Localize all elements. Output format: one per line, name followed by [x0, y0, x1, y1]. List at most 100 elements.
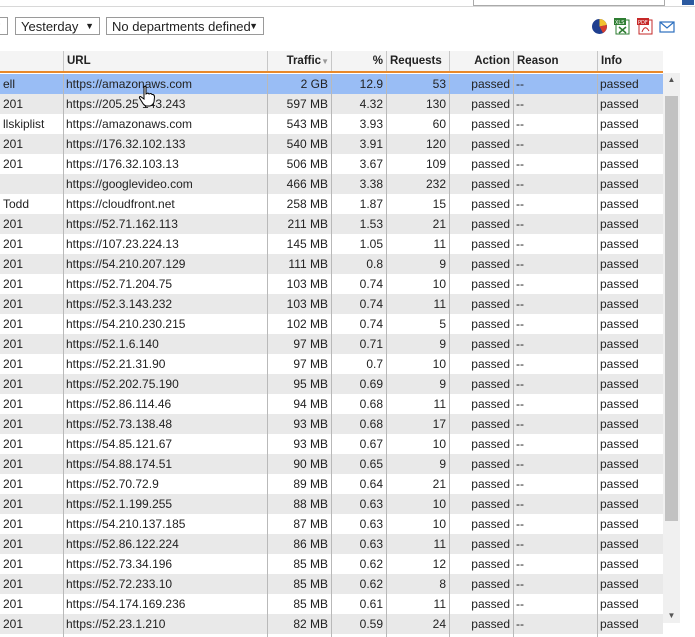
department-select[interactable]: No departments defined ▼	[106, 17, 264, 35]
period-select[interactable]: Yesterday ▼	[15, 17, 100, 35]
cell-percent: 0.74	[359, 277, 383, 291]
cell-url: https://54.88.174.51	[66, 457, 173, 471]
cell-reason: --	[516, 97, 524, 111]
cell-percent: 0.65	[359, 457, 383, 471]
email-icon[interactable]	[659, 18, 676, 35]
column-divider	[597, 74, 598, 637]
cell-info: passed	[600, 397, 639, 411]
scroll-down-icon[interactable]: ▼	[663, 609, 680, 623]
cell-reason: --	[516, 217, 524, 231]
cell-user: 201	[3, 477, 24, 491]
cell-url: https://52.73.34.196	[66, 557, 173, 571]
cell-percent: 0.63	[359, 497, 383, 511]
cell-user	[0, 174, 63, 194]
scrollbar-thumb[interactable]	[665, 96, 678, 521]
cell-percent: 1.05	[359, 237, 383, 251]
corner-button[interactable]	[682, 0, 694, 5]
cell-url: https://54.210.230.215	[66, 317, 186, 331]
cell-requests: 9	[439, 377, 446, 391]
cell-reason: --	[516, 577, 524, 591]
cell-traffic: 88 MB	[293, 497, 328, 511]
cell-reason: --	[516, 277, 524, 291]
column-divider	[449, 74, 450, 637]
cell-info: passed	[600, 137, 639, 151]
column-header-info[interactable]: Info	[597, 51, 663, 71]
cell-reason: --	[516, 417, 524, 431]
cell-requests: 11	[433, 597, 446, 611]
cell-requests: 9	[439, 257, 446, 271]
cell-info: passed	[600, 537, 639, 551]
column-header-url[interactable]: URL	[63, 51, 267, 71]
cell-requests: 60	[432, 117, 446, 131]
cell-traffic: 86 MB	[293, 537, 328, 551]
left-dropdown[interactable]: ▼	[0, 17, 8, 35]
cell-url: https://52.71.162.113	[66, 217, 178, 231]
column-header-action[interactable]: Action	[449, 51, 513, 71]
cell-traffic: 543 MB	[286, 117, 328, 131]
cell-action: passed	[471, 517, 510, 531]
column-header-traffic-label: Traffic	[286, 55, 322, 67]
cell-action: passed	[471, 437, 510, 451]
cell-url: https://52.202.75.190	[66, 377, 179, 391]
cell-reason: --	[516, 477, 524, 491]
cell-user: 201	[3, 337, 24, 351]
cell-traffic: 597 MB	[286, 97, 328, 111]
cell-url: https://52.70.72.9	[66, 477, 159, 491]
cell-percent: 3.38	[359, 177, 383, 191]
cell-user: ell	[3, 77, 16, 91]
chart-icon[interactable]	[591, 18, 608, 35]
cell-requests: 9	[439, 457, 446, 471]
cell-action: passed	[471, 177, 510, 191]
cell-info: passed	[600, 497, 639, 511]
cell-action: passed	[471, 257, 510, 271]
cell-info: passed	[600, 157, 639, 171]
vertical-scrollbar[interactable]: ▲ ▼	[663, 73, 680, 623]
column-header-traffic[interactable]: Traffic▼	[267, 51, 331, 71]
cell-requests: 10	[432, 277, 446, 291]
cell-url: https://52.3.143.232	[66, 297, 173, 311]
cell-traffic: 93 MB	[293, 417, 328, 431]
scroll-up-icon[interactable]: ▲	[663, 73, 680, 87]
pdf-export-icon[interactable]: PDF	[637, 18, 654, 35]
cell-traffic: 102 MB	[286, 317, 328, 331]
chevron-down-icon: ▼	[249, 21, 258, 31]
column-divider	[331, 74, 332, 637]
cell-info: passed	[600, 297, 639, 311]
cell-user: 201	[3, 517, 24, 531]
cell-reason: --	[516, 177, 524, 191]
cell-user: 201	[3, 457, 24, 471]
cell-reason: --	[516, 137, 524, 151]
cell-reason: --	[516, 457, 524, 471]
column-header-reason[interactable]: Reason	[513, 51, 597, 71]
period-select-value: Yesterday	[21, 19, 79, 34]
cell-user: 201	[3, 537, 24, 551]
cell-info: passed	[600, 257, 639, 271]
column-divider	[267, 74, 268, 637]
cell-info: passed	[600, 617, 639, 631]
cell-traffic: 85 MB	[293, 577, 328, 591]
search-input[interactable]	[473, 0, 665, 6]
cell-action: passed	[471, 357, 510, 371]
cell-traffic: 466 MB	[286, 177, 328, 191]
cell-requests: 11	[433, 297, 446, 311]
cell-info: passed	[600, 517, 639, 531]
xls-export-icon[interactable]: XLS	[614, 18, 631, 35]
cell-requests: 10	[432, 357, 446, 371]
column-header-requests[interactable]: Requests	[386, 51, 449, 71]
cell-info: passed	[600, 417, 639, 431]
column-header-user[interactable]	[0, 51, 63, 71]
cell-info: passed	[600, 557, 639, 571]
cell-percent: 0.68	[359, 417, 383, 431]
cell-user: 201	[3, 577, 24, 591]
cell-traffic: 103 MB	[286, 277, 328, 291]
cell-requests: 11	[433, 237, 446, 251]
cell-traffic: 97 MB	[293, 357, 328, 371]
column-header-percent[interactable]: %	[331, 51, 386, 71]
cell-traffic: 89 MB	[293, 477, 328, 491]
cell-action: passed	[471, 377, 510, 391]
cell-traffic: 540 MB	[286, 137, 328, 151]
cell-requests: 11	[433, 397, 446, 411]
cell-user: 201	[3, 297, 24, 311]
cell-action: passed	[471, 77, 510, 91]
cell-info: passed	[600, 117, 639, 131]
